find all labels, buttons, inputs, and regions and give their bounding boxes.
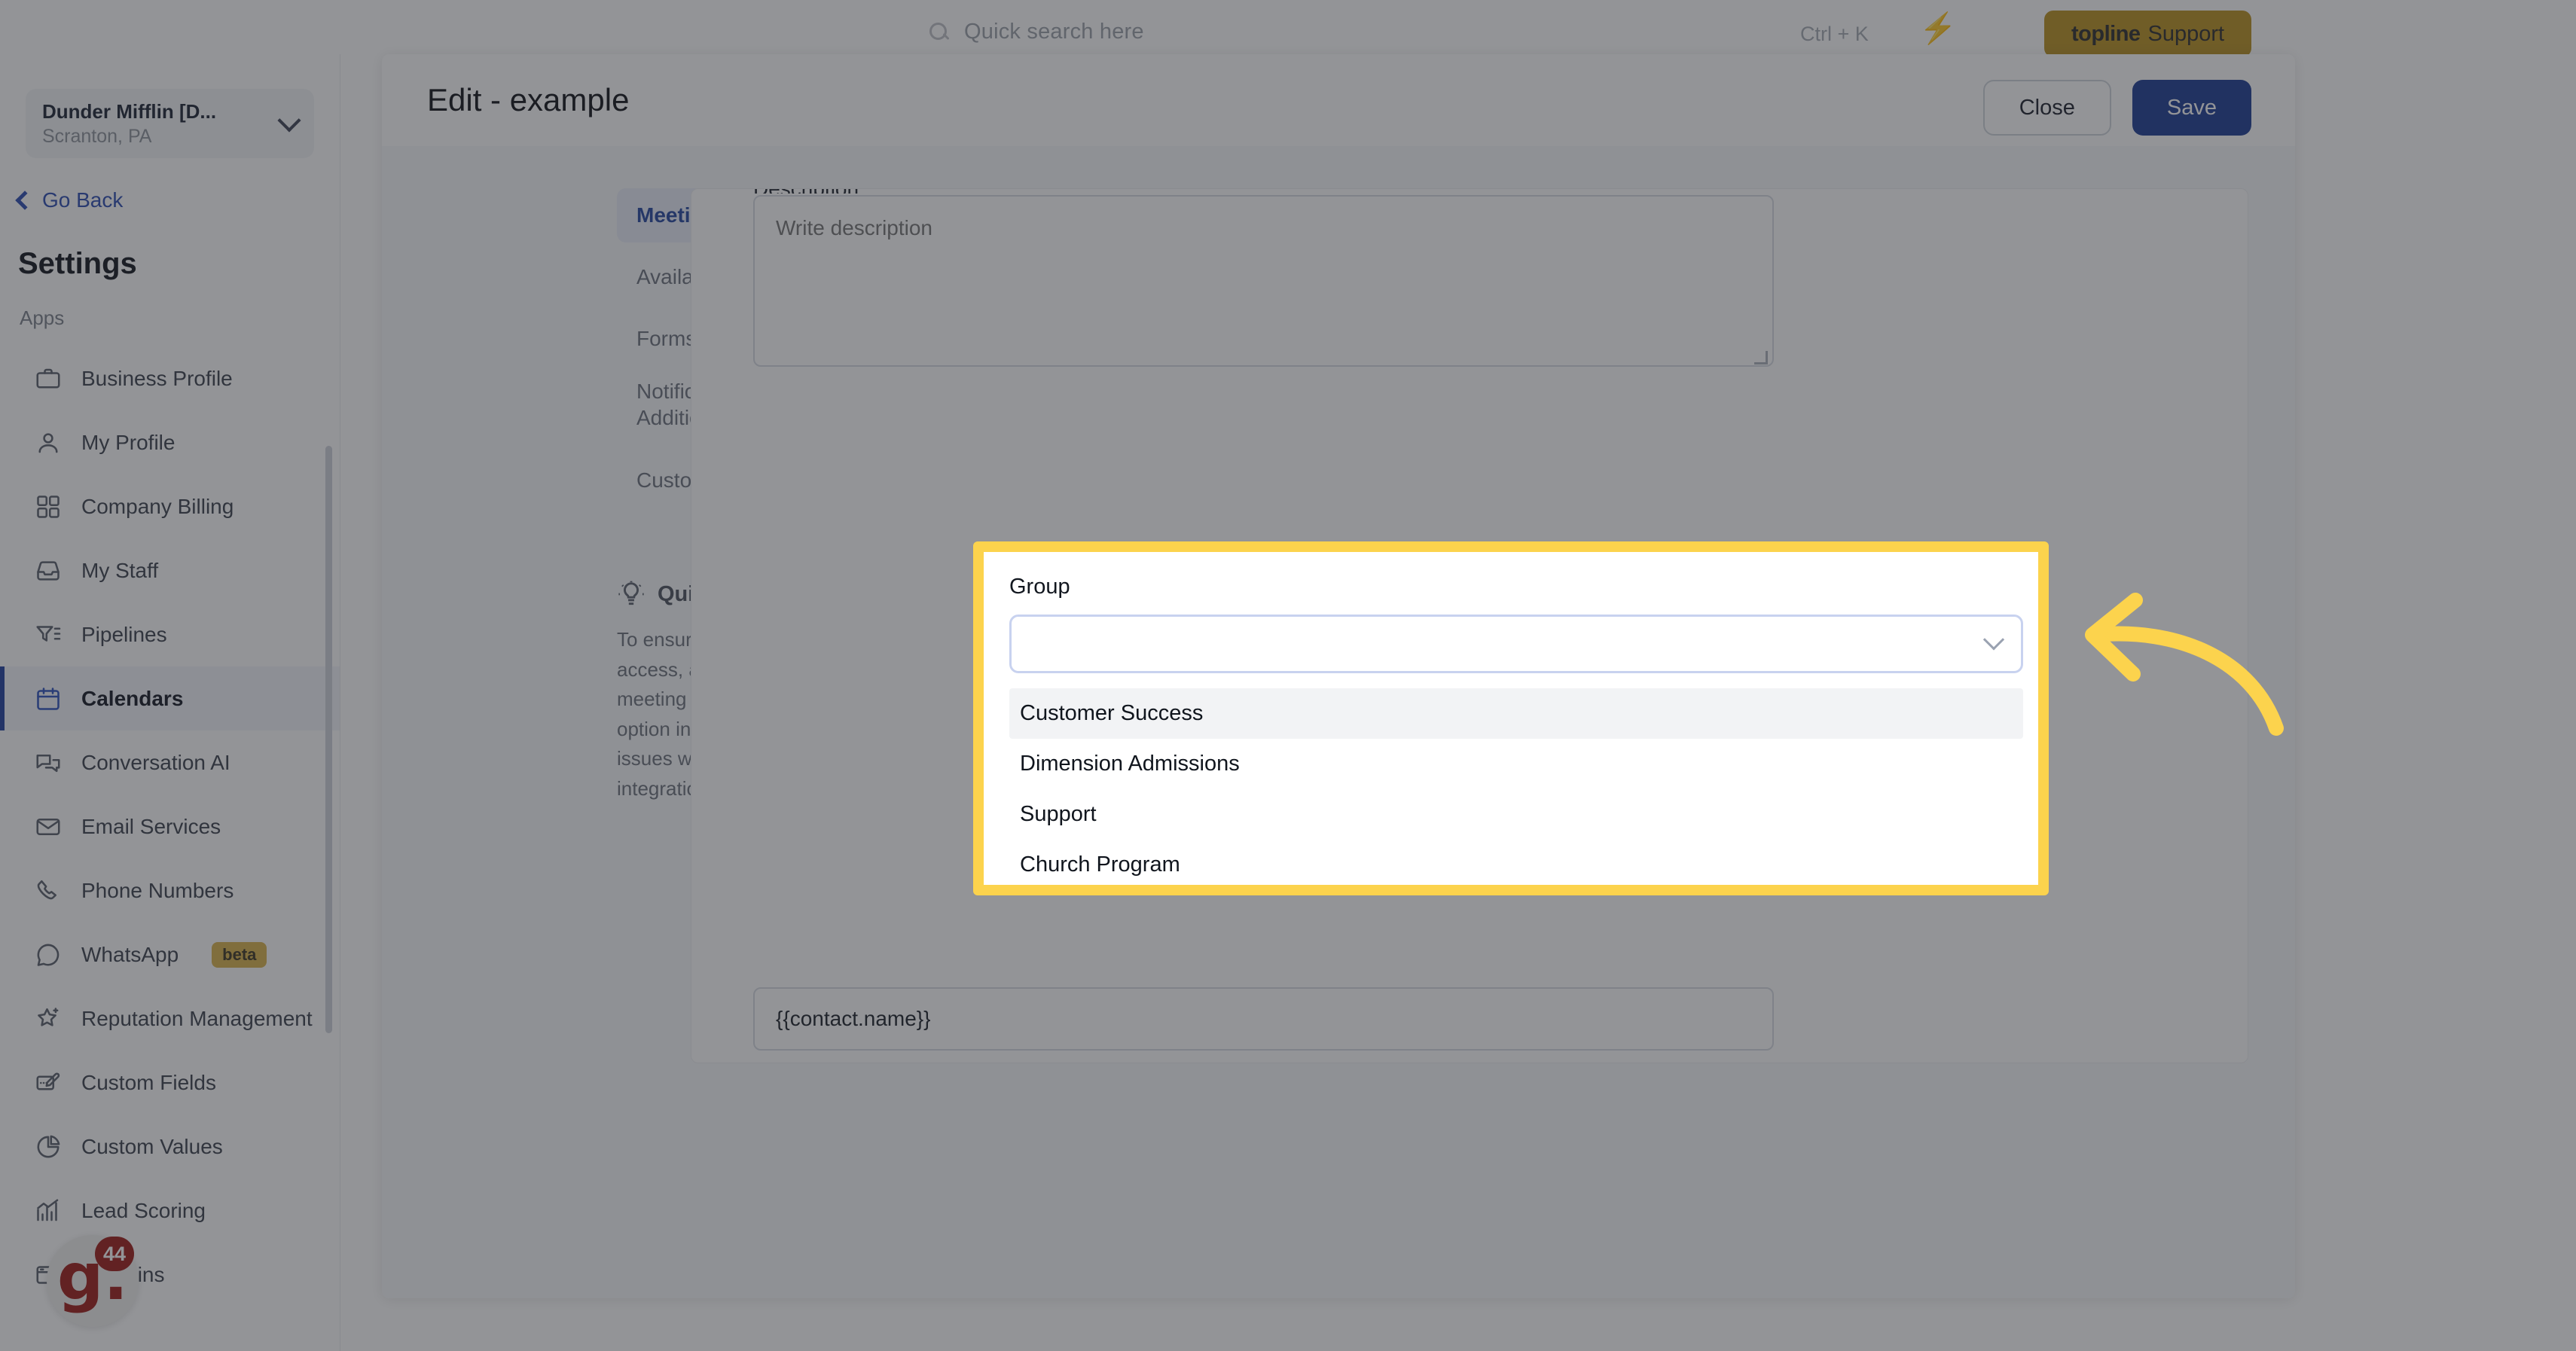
help-widget-button[interactable]: g. 44 [47, 1235, 139, 1327]
envelope-icon [35, 813, 62, 840]
sidebar-item-label: Email Services [81, 814, 221, 838]
sidebar-item-label: Company Billing [81, 494, 234, 518]
sidebar-item-email-services[interactable]: Email Services [0, 794, 340, 858]
sidebar-item-pipelines[interactable]: Pipelines [0, 602, 340, 666]
location-subtitle: Scranton, PA [42, 125, 152, 147]
sidebar-item-calendars[interactable]: Calendars [0, 666, 340, 730]
edit-field-icon [35, 1069, 62, 1096]
calculator-icon [35, 493, 62, 520]
inbox-icon [35, 557, 62, 584]
chevron-down-icon [1982, 629, 2005, 651]
sidebar-item-label: Reputation Management [81, 1006, 313, 1030]
sidebar-item-reputation-management[interactable]: Reputation Management [0, 987, 340, 1051]
description-label: Description [753, 189, 859, 194]
topline-support-button[interactable]: topline Support [2044, 11, 2252, 57]
sidebar-item-label: WhatsApp [81, 942, 179, 966]
sidebar-item-phone-numbers[interactable]: Phone Numbers [0, 858, 340, 923]
sidebar-item-label: Business Profile [81, 366, 233, 390]
modal-tab-column: Meeting DetailsAvailabilityForms & Payme… [382, 188, 859, 1298]
meeting-location-field: {{contact.name}} [753, 987, 1774, 1051]
sidebar-nav: Business Profile My Profile Company Billin… [0, 346, 340, 1307]
textarea-resize-grip[interactable] [1754, 351, 1768, 364]
group-option-label: Church Program [1020, 852, 1180, 877]
modal-title: Edit - example [427, 82, 630, 117]
modal-header-actions: Close Save [1982, 80, 2251, 136]
briefcase-icon [35, 365, 62, 392]
sidebar-item-label: My Profile [81, 430, 175, 454]
sidebar-item-custom-values[interactable]: Custom Values [0, 1115, 340, 1179]
quick-search[interactable]: Quick search here [928, 20, 1144, 44]
chart-bars-icon [35, 1197, 62, 1224]
sidebar-item-label: Custom Values [81, 1134, 223, 1158]
group-option-customer-success[interactable]: Customer Success [1009, 688, 2023, 739]
user-icon [35, 429, 62, 456]
location-name: Dunder Mifflin [D... [42, 99, 217, 123]
chevron-left-icon [15, 191, 35, 210]
modal-header: Edit - example Close Save [382, 54, 2295, 146]
group-field-label: Group [1009, 575, 1070, 599]
phone-icon [35, 877, 62, 904]
chevron-down-icon [277, 108, 301, 133]
group-option-dimension-admissions[interactable]: Dimension Admissions [1009, 739, 2023, 789]
app-root: Quick search here Ctrl + K ⚡ topline Sup… [0, 0, 2576, 1351]
search-icon [928, 21, 951, 44]
search-placeholder-text: Quick search here [964, 20, 1144, 44]
chat-bubbles-icon [35, 749, 62, 776]
sidebar-item-lead-scoring[interactable]: Lead Scoring [0, 1179, 340, 1243]
group-dropdown-highlight: Group Customer Success Dimension Admissio… [973, 541, 2049, 895]
lightning-bolt-icon[interactable]: ⚡ [1919, 14, 1957, 44]
group-option-label: Support [1020, 802, 1097, 826]
go-back-label: Go Back [42, 188, 124, 212]
calendar-icon [35, 685, 62, 712]
funnel-icon [35, 621, 62, 648]
sidebar-item-business-profile[interactable]: Business Profile [0, 346, 340, 410]
description-field [753, 195, 1774, 371]
sidebar-item-custom-fields[interactable]: Custom Fields [0, 1051, 340, 1115]
group-option-support[interactable]: Support [1009, 789, 2023, 840]
annotation-arrow [2064, 569, 2312, 761]
sidebar-item-label: Conversation AI [81, 750, 230, 774]
help-widget-badge: 44 [95, 1237, 134, 1271]
sidebar-section-label: Apps [20, 306, 65, 329]
group-select-input[interactable] [1009, 615, 2023, 673]
sidebar-scrollbar[interactable] [325, 446, 332, 1033]
pie-chart-icon [35, 1133, 62, 1160]
support-brand-label: topline [2071, 21, 2141, 46]
sidebar-item-label: My Staff [81, 558, 159, 582]
sidebar-item-company-billing[interactable]: Company Billing [0, 474, 340, 538]
close-button[interactable]: Close [1982, 80, 2111, 136]
group-option-list: Customer Success Dimension Admissions Supp… [1009, 688, 2023, 890]
sidebar-item-conversation-ai[interactable]: Conversation AI [0, 730, 340, 794]
sidebar-item-label: Calendars [81, 686, 184, 710]
sidebar-item-label: Pipelines [81, 622, 167, 646]
sidebar-item-label: Lead Scoring [81, 1198, 206, 1222]
save-button[interactable]: Save [2132, 80, 2251, 136]
meeting-location-input[interactable]: {{contact.name}} [753, 987, 1774, 1051]
sidebar-item-whatsapp[interactable]: WhatsApp beta [0, 923, 340, 987]
support-label: Support [2147, 21, 2225, 46]
description-input[interactable] [753, 195, 1774, 367]
modal-tabs: Meeting DetailsAvailabilityForms & Payme… [617, 188, 855, 508]
location-switcher[interactable]: Dunder Mifflin [D... Scranton, PA [26, 89, 314, 158]
sidebar-item-my-staff[interactable]: My Staff [0, 538, 340, 602]
page-title: Settings [18, 247, 137, 280]
go-back-link[interactable]: Go Back [15, 188, 340, 212]
group-option-church-program[interactable]: Church Program [1009, 840, 2023, 890]
lightbulb-icon [618, 581, 644, 605]
sidebar-item-label: Phone Numbers [81, 878, 234, 902]
sidebar-item-label: Custom Fields [81, 1070, 216, 1094]
beta-badge: beta [212, 941, 267, 968]
whatsapp-icon [35, 941, 62, 968]
sidebar-item-my-profile[interactable]: My Profile [0, 410, 340, 474]
star-sparkle-icon [35, 1005, 62, 1032]
search-shortcut-hint: Ctrl + K [1800, 23, 1869, 45]
group-option-label: Customer Success [1020, 701, 1204, 725]
sidebar: Dunder Mifflin [D... Scranton, PA Go Bac… [0, 54, 340, 1351]
group-option-label: Dimension Admissions [1020, 752, 1240, 776]
curved-left-arrow-icon [2085, 593, 2284, 736]
